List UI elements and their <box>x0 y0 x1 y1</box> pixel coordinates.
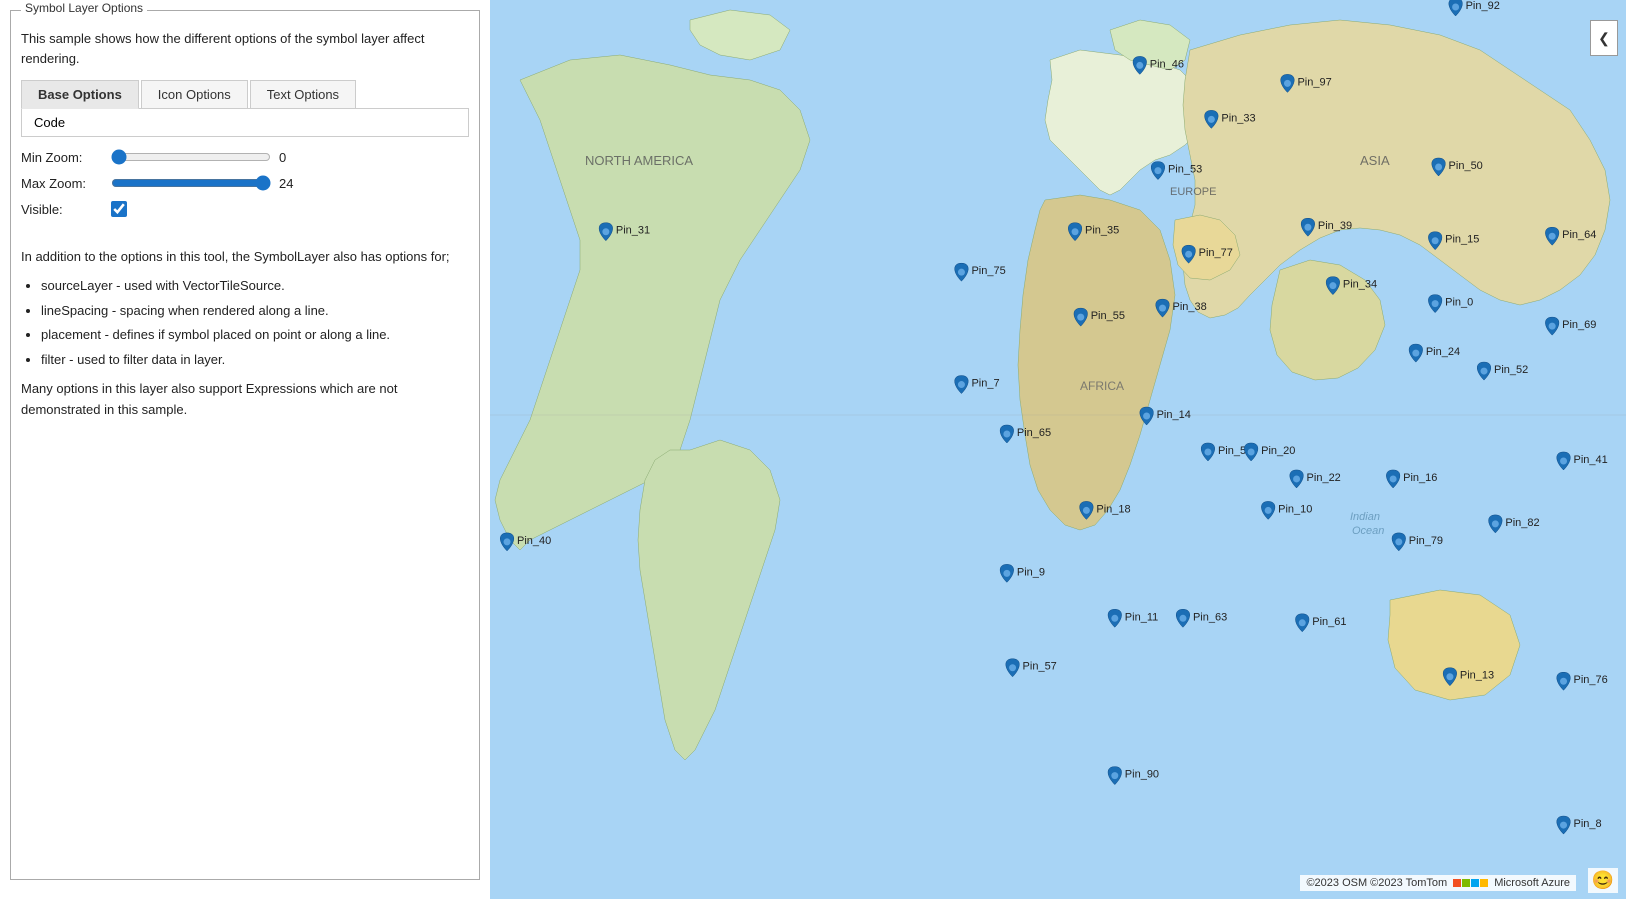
svg-text:Pin_46: Pin_46 <box>1150 58 1184 70</box>
osm-attribution: ©2023 OSM ©2023 TomTom <box>1306 877 1447 889</box>
left-panel: Symbol Layer Options This sample shows h… <box>0 0 490 899</box>
svg-text:Pin_64: Pin_64 <box>1562 229 1596 241</box>
svg-text:Pin_14: Pin_14 <box>1157 409 1191 421</box>
min-zoom-value: 0 <box>279 150 303 165</box>
svg-text:Pin_97: Pin_97 <box>1297 76 1331 88</box>
svg-text:Pin_0: Pin_0 <box>1445 297 1473 309</box>
ms-logo-red <box>1453 879 1461 887</box>
ms-logo-container <box>1453 879 1488 887</box>
svg-text:Pin_63: Pin_63 <box>1193 611 1227 623</box>
svg-text:Pin_55: Pin_55 <box>1091 310 1125 322</box>
controls-section: Min Zoom: 0 Max Zoom: 24 Visible: <box>21 137 469 235</box>
max-zoom-value: 24 <box>279 176 303 191</box>
bullet-item-3: filter - used to filter data in layer. <box>41 350 469 371</box>
map-area[interactable]: NORTH AMERICA EUROPE ASIA AFRICA Indian … <box>490 0 1626 899</box>
map-svg: NORTH AMERICA EUROPE ASIA AFRICA Indian … <box>490 0 1626 899</box>
svg-text:Pin_77: Pin_77 <box>1199 247 1233 259</box>
svg-text:Pin_76: Pin_76 <box>1574 674 1608 686</box>
svg-text:Pin_57: Pin_57 <box>1023 661 1057 673</box>
max-zoom-slider[interactable] <box>111 175 271 191</box>
brand-name: Microsoft Azure <box>1494 877 1570 889</box>
visible-row: Visible: <box>21 201 469 217</box>
svg-text:Pin_24: Pin_24 <box>1426 346 1460 358</box>
svg-text:Pin_7: Pin_7 <box>971 378 999 390</box>
microsoft-logo <box>1453 879 1488 887</box>
svg-text:Pin_35: Pin_35 <box>1085 225 1119 237</box>
svg-text:Pin_40: Pin_40 <box>517 535 551 547</box>
svg-text:Pin_38: Pin_38 <box>1173 301 1207 313</box>
max-zoom-row: Max Zoom: 24 <box>21 175 469 191</box>
tab-base[interactable]: Base Options <box>21 80 139 109</box>
tab-icon[interactable]: Icon Options <box>141 80 248 108</box>
tab-code[interactable]: Code <box>21 109 469 137</box>
tab-text[interactable]: Text Options <box>250 80 356 108</box>
svg-text:Pin_9: Pin_9 <box>1017 566 1045 578</box>
svg-text:Pin_79: Pin_79 <box>1409 535 1443 547</box>
svg-text:Pin_15: Pin_15 <box>1445 234 1479 246</box>
svg-text:Pin_61: Pin_61 <box>1312 616 1346 628</box>
ms-logo-yellow <box>1480 879 1488 887</box>
panel-legend: Symbol Layer Options <box>21 1 147 15</box>
panel-border: Symbol Layer Options This sample shows h… <box>10 10 480 880</box>
svg-text:Pin_75: Pin_75 <box>971 265 1005 277</box>
svg-text:Pin_52: Pin_52 <box>1494 364 1528 376</box>
min-zoom-slider[interactable] <box>111 149 271 165</box>
svg-text:ASIA: ASIA <box>1360 153 1390 168</box>
visible-label: Visible: <box>21 202 111 217</box>
min-zoom-row: Min Zoom: 0 <box>21 149 469 165</box>
svg-text:Pin_50: Pin_50 <box>1449 160 1483 172</box>
svg-text:AFRICA: AFRICA <box>1080 379 1124 393</box>
panel-description: This sample shows how the different opti… <box>21 29 469 68</box>
svg-text:Pin_10: Pin_10 <box>1278 503 1312 515</box>
bullet-item-0: sourceLayer - used with VectorTileSource… <box>41 276 469 297</box>
bullet-item-2: placement - defines if symbol placed on … <box>41 325 469 346</box>
ms-logo-green <box>1462 879 1470 887</box>
svg-text:Pin_90: Pin_90 <box>1125 769 1159 781</box>
svg-text:Pin_65: Pin_65 <box>1017 427 1051 439</box>
svg-text:Pin_18: Pin_18 <box>1096 503 1130 515</box>
tabs-container: Base Options Icon Options Text Options <box>21 80 469 109</box>
ms-logo-blue <box>1471 879 1479 887</box>
svg-text:Pin_41: Pin_41 <box>1574 454 1608 466</box>
svg-text:Pin_69: Pin_69 <box>1562 319 1596 331</box>
svg-text:Ocean: Ocean <box>1352 525 1384 537</box>
svg-text:Pin_22: Pin_22 <box>1307 472 1341 484</box>
emoji-button[interactable]: 😊 <box>1588 868 1618 893</box>
svg-text:Pin_53: Pin_53 <box>1168 164 1202 176</box>
svg-text:Pin_16: Pin_16 <box>1403 472 1437 484</box>
bullet-list: sourceLayer - used with VectorTileSource… <box>41 276 469 371</box>
svg-text:Pin_31: Pin_31 <box>616 225 650 237</box>
bullet-item-1: lineSpacing - spacing when rendered alon… <box>41 301 469 322</box>
collapse-button[interactable]: ❮ <box>1590 20 1618 56</box>
max-zoom-label: Max Zoom: <box>21 176 111 191</box>
svg-text:Pin_82: Pin_82 <box>1505 517 1539 529</box>
min-zoom-label: Min Zoom: <box>21 150 111 165</box>
svg-text:Pin_92: Pin_92 <box>1466 0 1500 12</box>
svg-text:Pin_8: Pin_8 <box>1574 818 1602 830</box>
info-paragraph1: In addition to the options in this tool,… <box>21 247 469 268</box>
svg-text:NORTH AMERICA: NORTH AMERICA <box>585 153 693 168</box>
svg-text:Pin_13: Pin_13 <box>1460 670 1494 682</box>
svg-text:Pin_39: Pin_39 <box>1318 220 1352 232</box>
svg-text:Pin_33: Pin_33 <box>1221 112 1255 124</box>
svg-text:EUROPE: EUROPE <box>1170 186 1216 198</box>
info-text: In addition to the options in this tool,… <box>21 247 469 421</box>
svg-text:Pin_34: Pin_34 <box>1343 279 1377 291</box>
svg-text:Pin_20: Pin_20 <box>1261 445 1295 457</box>
visible-checkbox[interactable] <box>111 201 127 217</box>
svg-text:Indian: Indian <box>1350 511 1380 523</box>
map-attribution: ©2023 OSM ©2023 TomTom Microsoft Azure <box>1300 875 1576 891</box>
info-paragraph2: Many options in this layer also support … <box>21 379 469 421</box>
svg-text:Pin_11: Pin_11 <box>1125 611 1158 623</box>
